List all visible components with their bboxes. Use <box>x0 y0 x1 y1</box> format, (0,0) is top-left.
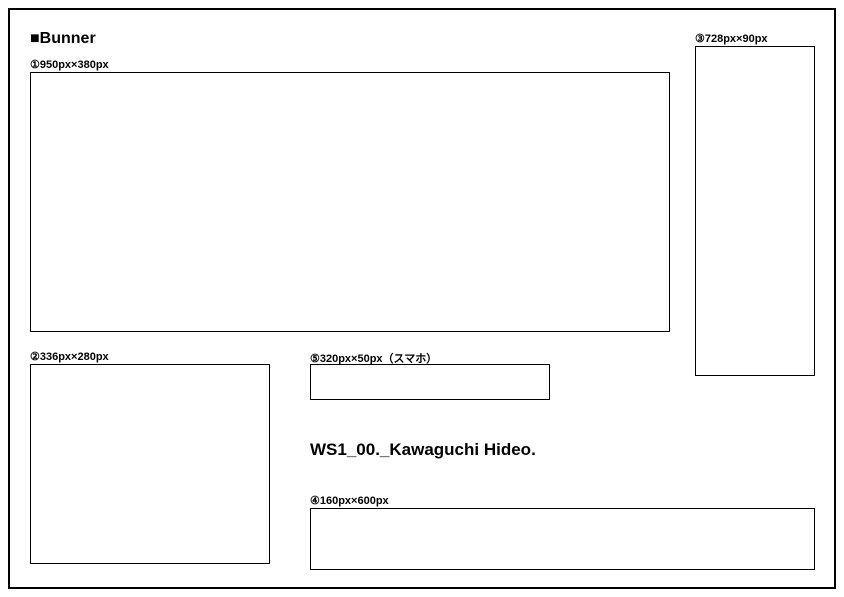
banner-3-placeholder <box>695 46 815 376</box>
banner-1-placeholder <box>30 72 670 332</box>
page-frame: ■Bunner ①950px×380px ②336px×280px ③728px… <box>8 8 836 589</box>
banner-4-label: ④160px×600px <box>310 494 389 507</box>
document-title: WS1_00._Kawaguchi Hideo. <box>310 440 536 460</box>
banner-2-placeholder <box>30 364 270 564</box>
banner-1-label: ①950px×380px <box>30 58 109 71</box>
banner-2-label: ②336px×280px <box>30 350 109 363</box>
section-title: ■Bunner <box>30 30 96 48</box>
banner-4-placeholder <box>310 508 815 570</box>
banner-3-label: ③728px×90px <box>695 32 768 45</box>
banner-5-placeholder <box>310 364 550 400</box>
